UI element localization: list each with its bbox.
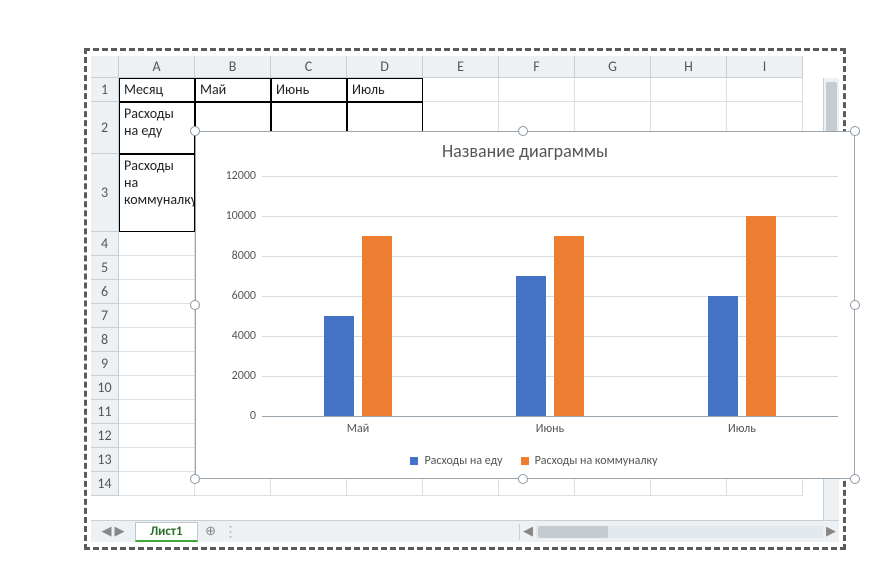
chart-handle-sw[interactable] bbox=[190, 474, 200, 484]
legend-label-0: Расходы на еду bbox=[424, 454, 502, 468]
row-1: МесяцМайИюньИюль bbox=[119, 78, 831, 102]
hscroll-left-icon[interactable]: ◀ bbox=[520, 524, 536, 540]
chart-legend[interactable]: Расходы на еду Расходы на коммуналку bbox=[196, 454, 854, 468]
gridline-0 bbox=[262, 416, 838, 417]
add-sheet-button[interactable]: ⊕ bbox=[198, 523, 224, 540]
x-tick-Июль: Июль bbox=[682, 422, 802, 436]
column-header-A[interactable]: A bbox=[119, 56, 195, 78]
column-header-I[interactable]: I bbox=[727, 56, 803, 78]
horizontal-scrollbar[interactable]: ◀ ▶ bbox=[519, 524, 839, 540]
legend-label-1: Расходы на коммуналку bbox=[535, 454, 658, 468]
row-header-5[interactable]: 5 bbox=[91, 256, 119, 280]
hscroll-right-icon[interactable]: ▶ bbox=[823, 524, 839, 540]
chart-title[interactable]: Название диаграммы bbox=[196, 132, 854, 166]
legend-swatch-1 bbox=[521, 457, 529, 465]
y-tick-4000: 4000 bbox=[206, 329, 256, 343]
row-header-13[interactable]: 13 bbox=[91, 448, 119, 472]
row-header-14[interactable]: 14 bbox=[91, 472, 119, 496]
cell-A3[interactable]: Расходы на коммуналку bbox=[119, 154, 195, 232]
cell-A8[interactable] bbox=[119, 328, 195, 352]
cell-B1[interactable]: Май bbox=[195, 78, 271, 102]
column-header-C[interactable]: C bbox=[271, 56, 347, 78]
cell-D1[interactable]: Июль bbox=[347, 78, 423, 102]
worksheet: ABCDEFGHI 1234567891011121314 Название д… bbox=[91, 56, 839, 542]
y-tick-12000: 12000 bbox=[206, 169, 256, 183]
select-all-corner[interactable] bbox=[91, 56, 119, 78]
hscroll-thumb[interactable] bbox=[538, 526, 608, 538]
row-header-4[interactable]: 4 bbox=[91, 232, 119, 256]
column-header-D[interactable]: D bbox=[347, 56, 423, 78]
cell-A7[interactable] bbox=[119, 304, 195, 328]
bar-Расходы на коммуналку-Май[interactable] bbox=[362, 236, 392, 416]
cells-area[interactable]: Название диаграммы 020004000600080001000… bbox=[119, 78, 831, 496]
tab-prev-icon[interactable]: ◀ bbox=[102, 524, 112, 539]
row-header-7[interactable]: 7 bbox=[91, 304, 119, 328]
row-header-2[interactable]: 2 bbox=[91, 102, 119, 154]
tab-next-icon[interactable]: ▶ bbox=[114, 524, 124, 539]
y-tick-10000: 10000 bbox=[206, 209, 256, 223]
y-tick-8000: 8000 bbox=[206, 249, 256, 263]
legend-swatch-0 bbox=[410, 457, 418, 465]
sheet-tab-active[interactable]: Лист1 bbox=[135, 522, 198, 542]
chart-handle-e[interactable] bbox=[850, 300, 860, 310]
cell-A2[interactable]: Расходы на еду bbox=[119, 102, 195, 154]
tab-nav-buttons[interactable]: ◀ ▶ bbox=[91, 524, 135, 539]
cell-A13[interactable] bbox=[119, 448, 195, 472]
cell-I1[interactable] bbox=[727, 78, 803, 102]
cell-A11[interactable] bbox=[119, 400, 195, 424]
row-header-11[interactable]: 11 bbox=[91, 400, 119, 424]
x-tick-Июнь: Июнь bbox=[490, 422, 610, 436]
cell-H1[interactable] bbox=[651, 78, 727, 102]
row-header-3[interactable]: 3 bbox=[91, 154, 119, 232]
row-header-12[interactable]: 12 bbox=[91, 424, 119, 448]
bar-Расходы на коммуналку-Июнь[interactable] bbox=[554, 236, 584, 416]
cell-E1[interactable] bbox=[423, 78, 499, 102]
chart-object[interactable]: Название диаграммы 020004000600080001000… bbox=[195, 131, 855, 479]
y-tick-0: 0 bbox=[206, 409, 256, 423]
cell-A10[interactable] bbox=[119, 376, 195, 400]
column-header-E[interactable]: E bbox=[423, 56, 499, 78]
tabbar-splitter[interactable]: ⋮ bbox=[224, 523, 232, 540]
chart-handle-ne[interactable] bbox=[850, 126, 860, 136]
row-header-9[interactable]: 9 bbox=[91, 352, 119, 376]
cell-A1[interactable]: Месяц bbox=[119, 78, 195, 102]
chart-plot-area[interactable]: 020004000600080001000012000 bbox=[262, 176, 838, 416]
row-header-1[interactable]: 1 bbox=[91, 78, 119, 102]
chart-handle-n[interactable] bbox=[518, 126, 528, 136]
row-header-8[interactable]: 8 bbox=[91, 328, 119, 352]
bar-Расходы на еду-Июнь[interactable] bbox=[516, 276, 546, 416]
grid-body: 1234567891011121314 Название диаграммы 0… bbox=[91, 78, 839, 496]
column-header-H[interactable]: H bbox=[651, 56, 727, 78]
row-header-column: 1234567891011121314 bbox=[91, 78, 119, 496]
cell-C1[interactable]: Июнь bbox=[271, 78, 347, 102]
cell-A5[interactable] bbox=[119, 256, 195, 280]
chart-handle-nw[interactable] bbox=[190, 126, 200, 136]
row-header-10[interactable]: 10 bbox=[91, 376, 119, 400]
cell-A12[interactable] bbox=[119, 424, 195, 448]
bar-Расходы на еду-Июль[interactable] bbox=[708, 296, 738, 416]
cell-A4[interactable] bbox=[119, 232, 195, 256]
cell-A6[interactable] bbox=[119, 280, 195, 304]
cell-F1[interactable] bbox=[499, 78, 575, 102]
column-header-G[interactable]: G bbox=[575, 56, 651, 78]
chart-handle-w[interactable] bbox=[190, 300, 200, 310]
bar-Расходы на еду-Май[interactable] bbox=[324, 316, 354, 416]
x-tick-Май: Май bbox=[298, 422, 418, 436]
gridline-12000 bbox=[262, 176, 838, 177]
cell-A14[interactable] bbox=[119, 472, 195, 496]
cell-A9[interactable] bbox=[119, 352, 195, 376]
bar-Расходы на коммуналку-Июль[interactable] bbox=[746, 216, 776, 416]
cell-G1[interactable] bbox=[575, 78, 651, 102]
y-tick-6000: 6000 bbox=[206, 289, 256, 303]
column-header-F[interactable]: F bbox=[499, 56, 575, 78]
column-header-B[interactable]: B bbox=[195, 56, 271, 78]
sheet-tab-bar: ◀ ▶ Лист1 ⊕ ⋮ ◀ ▶ bbox=[91, 520, 839, 542]
y-tick-2000: 2000 bbox=[206, 369, 256, 383]
column-header-row: ABCDEFGHI bbox=[91, 56, 839, 78]
row-header-6[interactable]: 6 bbox=[91, 280, 119, 304]
chart-handle-se[interactable] bbox=[850, 474, 860, 484]
chart-handle-s[interactable] bbox=[518, 474, 528, 484]
